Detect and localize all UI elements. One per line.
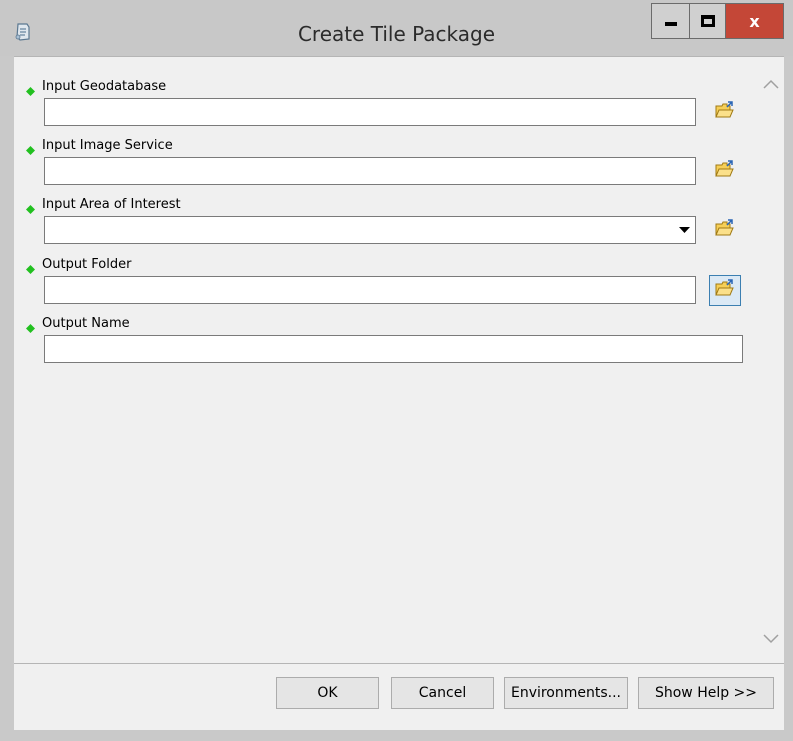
input-geodatabase-field[interactable] (44, 98, 696, 126)
cancel-button[interactable]: Cancel (391, 677, 494, 709)
open-folder-icon (715, 101, 735, 124)
maximize-icon (700, 15, 715, 27)
minimize-button[interactable] (651, 3, 689, 39)
param-label: Input Area of Interest (42, 197, 181, 212)
param-label: Input Geodatabase (42, 79, 167, 94)
input-area-of-interest-combo[interactable] (44, 216, 696, 244)
maximize-button[interactable] (689, 3, 726, 39)
open-folder-icon (715, 279, 735, 302)
ok-button[interactable]: OK (276, 677, 379, 709)
required-dot-icon (26, 320, 35, 333)
browse-button[interactable] (709, 215, 741, 246)
chevron-down-icon[interactable] (676, 220, 693, 240)
scroll-down-icon[interactable] (761, 632, 781, 646)
browse-button[interactable] (709, 156, 741, 187)
input-image-service-field[interactable] (44, 157, 696, 185)
environments-button[interactable]: Environments... (504, 677, 628, 709)
input-image-service-input[interactable] (45, 158, 695, 184)
parameters-panel: Input Geodatabase Input Image Service In… (14, 56, 784, 663)
close-button[interactable]: x (726, 3, 784, 39)
required-dot-icon (26, 142, 35, 155)
scroll-up-icon[interactable] (761, 77, 781, 91)
input-geodatabase-input[interactable] (45, 99, 695, 125)
close-icon: x (749, 11, 760, 31)
browse-button[interactable] (709, 97, 741, 128)
output-folder-input[interactable] (45, 277, 695, 303)
output-folder-field[interactable] (44, 276, 696, 304)
browse-button[interactable] (709, 275, 741, 306)
dialog-footer: OK Cancel Environments... Show Help >> (14, 663, 784, 730)
show-help-button[interactable]: Show Help >> (638, 677, 774, 709)
param-label: Output Name (42, 316, 130, 331)
input-area-of-interest-input[interactable] (45, 217, 675, 243)
output-name-input[interactable] (45, 336, 742, 362)
param-label: Input Image Service (42, 138, 173, 153)
open-folder-icon (715, 160, 735, 183)
open-folder-icon (715, 219, 735, 242)
required-dot-icon (26, 201, 35, 214)
minimize-icon (664, 22, 677, 26)
output-name-field[interactable] (44, 335, 743, 363)
param-label: Output Folder (42, 257, 132, 272)
create-tile-package-dialog: Create Tile Package x Input Geodatabase (0, 0, 793, 741)
required-dot-icon (26, 261, 35, 274)
required-dot-icon (26, 83, 35, 96)
title-bar[interactable]: Create Tile Package x (0, 0, 793, 56)
